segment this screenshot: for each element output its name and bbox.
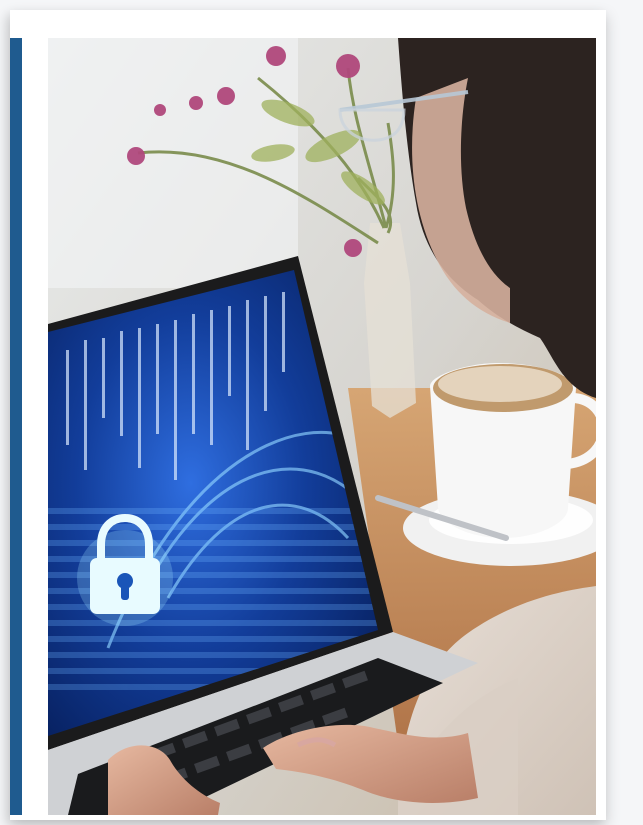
cover-card (10, 10, 606, 820)
cover-photo (48, 38, 596, 815)
accent-spine (10, 38, 22, 815)
photo-illustration (48, 38, 596, 815)
